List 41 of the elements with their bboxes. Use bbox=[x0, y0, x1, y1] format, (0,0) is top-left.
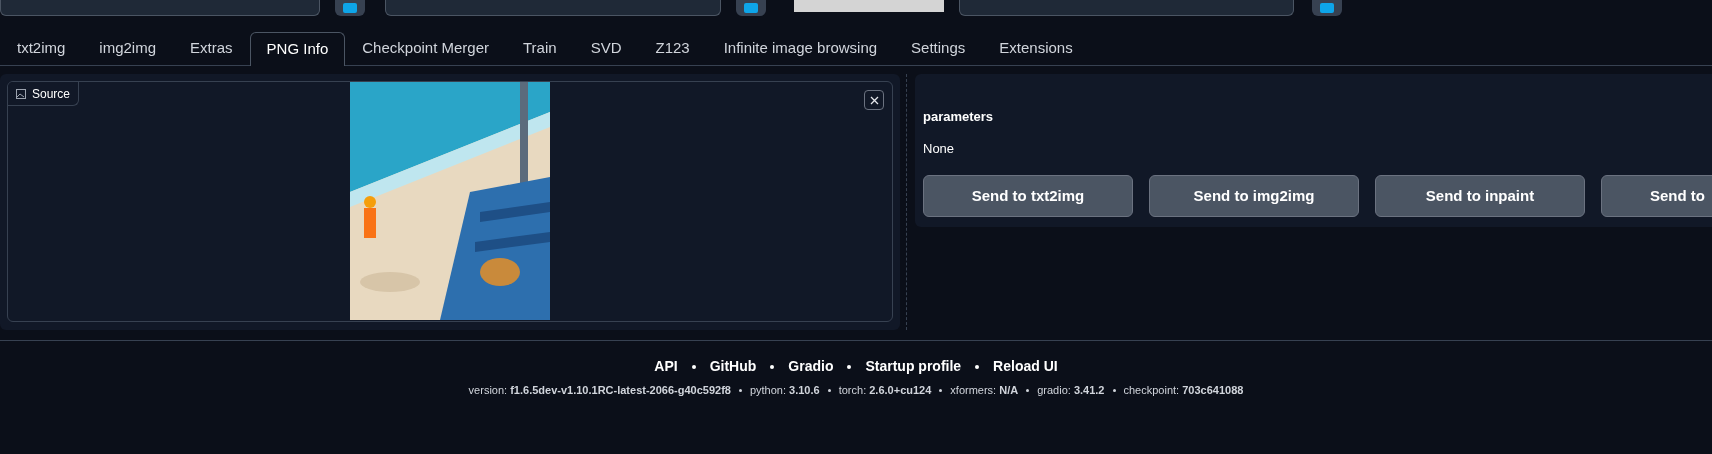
footer-link[interactable]: Startup profile bbox=[865, 356, 962, 377]
tab[interactable]: Extras bbox=[173, 31, 250, 65]
tab[interactable]: Checkpoint Merger bbox=[345, 31, 506, 65]
tab[interactable]: Train bbox=[506, 31, 574, 65]
tab[interactable]: Settings bbox=[894, 31, 983, 65]
version-info: python: 3.10.6 bbox=[749, 383, 820, 398]
dropdown-field[interactable] bbox=[0, 0, 320, 16]
refresh-button[interactable] bbox=[335, 0, 365, 16]
refresh-icon bbox=[744, 3, 758, 13]
footer-link[interactable]: Reload UI bbox=[993, 356, 1058, 377]
send-button[interactable]: Send to txt2img bbox=[923, 175, 1133, 217]
parameters-heading: parameters bbox=[923, 108, 995, 126]
send-button[interactable]: Send to img2img bbox=[1149, 175, 1359, 217]
tab[interactable]: txt2img bbox=[0, 31, 83, 65]
tab[interactable]: Infinite image browsing bbox=[706, 31, 895, 65]
tab[interactable]: SVD bbox=[573, 31, 639, 65]
tab[interactable]: Z123 bbox=[638, 31, 707, 65]
refresh-button[interactable] bbox=[1312, 0, 1342, 16]
refresh-icon bbox=[1320, 3, 1334, 13]
dropdown-field[interactable] bbox=[385, 0, 721, 16]
tab[interactable]: PNG Info bbox=[249, 32, 346, 66]
version-info: torch: 2.6.0+cu124 bbox=[838, 383, 932, 398]
send-button[interactable]: Send to inpaint bbox=[1375, 175, 1585, 217]
version-info: gradio: 3.41.2 bbox=[1037, 383, 1105, 398]
close-button[interactable] bbox=[864, 90, 884, 110]
close-icon bbox=[869, 95, 879, 105]
version-info: checkpoint: 703c641088 bbox=[1123, 383, 1244, 398]
refresh-button[interactable] bbox=[736, 0, 766, 16]
version-info: version: f1.6.5dev-v1.10.1RC-latest-2066-g40c592f8 bbox=[468, 383, 731, 398]
tab[interactable]: img2img bbox=[82, 31, 174, 65]
image-icon bbox=[16, 88, 26, 99]
version-info: xformers: N/A bbox=[950, 383, 1019, 398]
dropdown-field[interactable] bbox=[959, 0, 1294, 16]
footer-link[interactable]: GitHub bbox=[709, 356, 757, 377]
send-button[interactable]: Send to bbox=[1601, 175, 1712, 217]
parameters-value: None bbox=[923, 139, 956, 158]
refresh-icon bbox=[343, 3, 357, 13]
footer-link[interactable]: API bbox=[654, 356, 678, 377]
source-label: Source bbox=[8, 82, 80, 106]
tab[interactable]: Extensions bbox=[982, 31, 1090, 65]
footer-link[interactable]: Gradio bbox=[788, 356, 834, 377]
